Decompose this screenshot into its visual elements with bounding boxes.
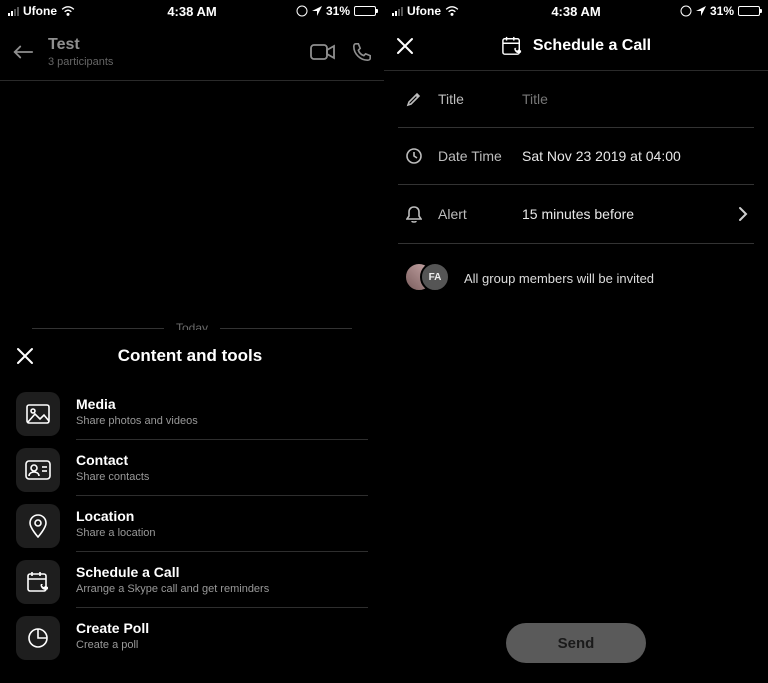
- tool-media[interactable]: Media Share photos and videos: [16, 388, 368, 444]
- tool-desc: Share photos and videos: [76, 415, 368, 427]
- compass-icon: [296, 5, 308, 17]
- screen-left-chat-tools: Ufone 4:38 AM 31% Test 3 participants: [0, 0, 384, 683]
- phone-icon: [352, 42, 372, 62]
- chat-title: Test: [48, 36, 310, 54]
- close-sheet-button[interactable]: [16, 347, 34, 365]
- chevron-right-icon: [738, 206, 748, 222]
- tool-contact[interactable]: Contact Share contacts: [16, 444, 368, 500]
- wifi-icon: [61, 6, 75, 16]
- back-button[interactable]: [12, 43, 34, 61]
- datetime-label: Date Time: [438, 148, 508, 164]
- battery-icon: [354, 6, 376, 16]
- status-bar: Ufone 4:38 AM 31%: [384, 0, 768, 22]
- avatar-initials: FA: [420, 262, 450, 292]
- video-call-button[interactable]: [310, 43, 336, 61]
- battery-pct-label: 31%: [326, 4, 350, 18]
- close-icon: [396, 37, 414, 55]
- close-icon: [16, 347, 34, 365]
- chat-header: Test 3 participants: [0, 22, 384, 81]
- carrier-label: Ufone: [407, 4, 441, 18]
- datetime-value: Sat Nov 23 2019 at 04:00: [522, 148, 748, 164]
- close-button[interactable]: [396, 37, 414, 55]
- location-arrow-icon: [312, 6, 322, 16]
- pie-chart-icon: [27, 627, 49, 649]
- battery-icon: [738, 6, 760, 16]
- members-note: All group members will be invited: [464, 271, 654, 286]
- sheet-title: Content and tools: [34, 346, 346, 366]
- tool-desc: Share a location: [76, 527, 368, 539]
- tool-desc: Share contacts: [76, 471, 368, 483]
- tool-title: Location: [76, 508, 368, 524]
- carrier-label: Ufone: [23, 4, 57, 18]
- screen-right-schedule-call: Ufone 4:38 AM 31% Schedule a Call Title …: [384, 0, 768, 683]
- page-title: Schedule a Call: [533, 37, 651, 55]
- tool-desc: Arrange a Skype call and get reminders: [76, 583, 368, 595]
- tool-title: Schedule a Call: [76, 564, 368, 580]
- alert-label: Alert: [438, 206, 508, 222]
- title-input[interactable]: Title: [522, 91, 748, 107]
- calendar-call-icon: [26, 571, 50, 593]
- location-pin-icon: [29, 514, 47, 538]
- alert-row[interactable]: Alert 15 minutes before: [398, 185, 754, 244]
- calendar-call-icon: [501, 36, 523, 56]
- participants-label: 3 participants: [48, 56, 310, 68]
- schedule-header: Schedule a Call: [384, 22, 768, 71]
- tool-create-poll[interactable]: Create Poll Create a poll: [16, 612, 368, 667]
- contact-card-icon: [25, 460, 51, 480]
- tool-location[interactable]: Location Share a location: [16, 500, 368, 556]
- content-tools-sheet: Content and tools Media Share photos and…: [0, 330, 384, 683]
- signal-icon: [392, 7, 403, 16]
- tool-desc: Create a poll: [76, 639, 368, 651]
- tool-title: Create Poll: [76, 620, 368, 636]
- alert-value: 15 minutes before: [522, 206, 724, 222]
- avatar-stack: FA: [404, 262, 450, 294]
- signal-icon: [8, 7, 19, 16]
- tool-title: Contact: [76, 452, 368, 468]
- tool-title: Media: [76, 396, 368, 412]
- image-icon: [26, 404, 50, 424]
- location-arrow-icon: [696, 6, 706, 16]
- video-icon: [310, 43, 336, 61]
- compass-icon: [680, 5, 692, 17]
- tool-schedule-call[interactable]: Schedule a Call Arrange a Skype call and…: [16, 556, 368, 612]
- send-button[interactable]: Send: [506, 623, 646, 663]
- bell-icon: [406, 205, 422, 223]
- members-row: FA All group members will be invited: [398, 244, 754, 312]
- status-bar: Ufone 4:38 AM 31%: [0, 0, 384, 22]
- arrow-left-icon: [12, 43, 34, 61]
- battery-pct-label: 31%: [710, 4, 734, 18]
- datetime-row[interactable]: Date Time Sat Nov 23 2019 at 04:00: [398, 128, 754, 185]
- audio-call-button[interactable]: [352, 42, 372, 62]
- title-label: Title: [438, 91, 508, 107]
- pencil-icon: [406, 91, 422, 107]
- status-time: 4:38 AM: [167, 4, 216, 19]
- wifi-icon: [445, 6, 459, 16]
- status-time: 4:38 AM: [551, 4, 600, 19]
- title-row[interactable]: Title Title: [398, 71, 754, 128]
- clock-icon: [406, 148, 422, 164]
